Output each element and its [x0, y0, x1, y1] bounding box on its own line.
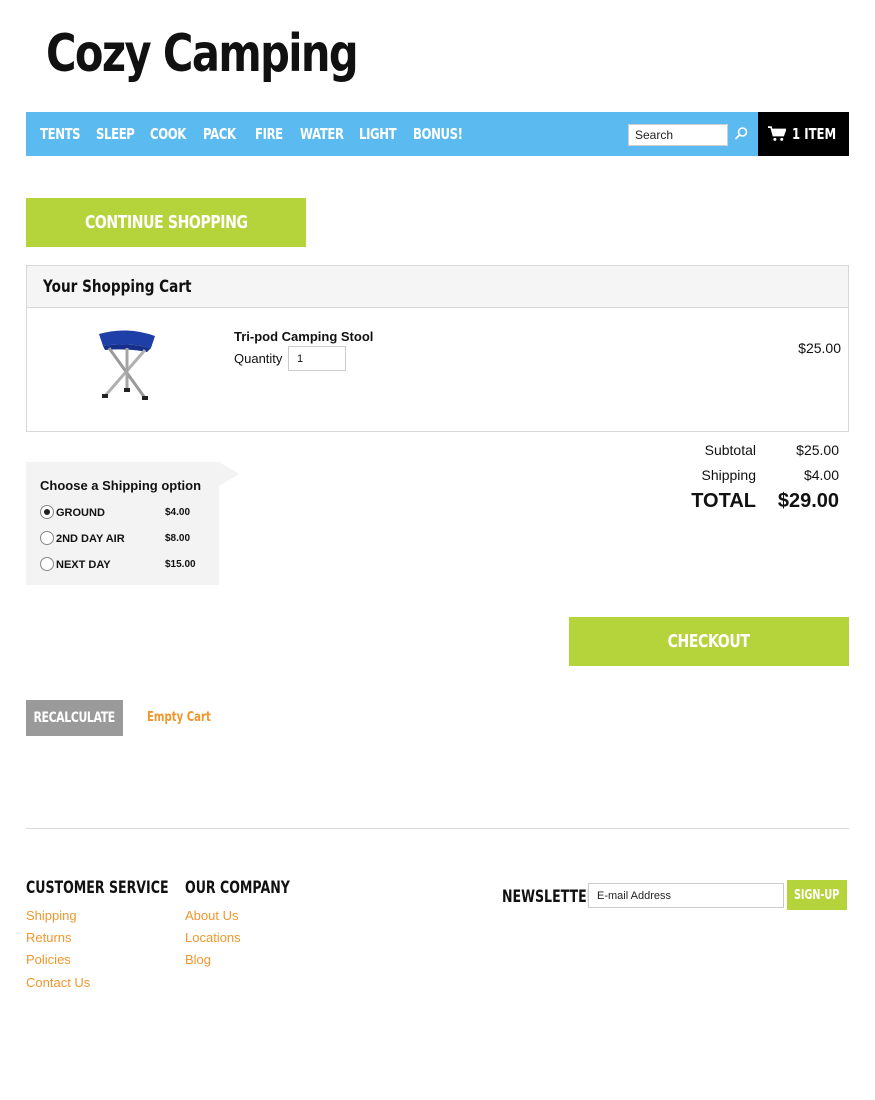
nav-link-label[interactable]: PACK [203, 125, 236, 143]
shipping-option-name: NEXT DAY [56, 559, 111, 571]
footer-divider [26, 828, 849, 829]
checkout-label: CHECKOUT [668, 631, 750, 652]
newsletter-email-input[interactable] [588, 883, 784, 908]
customer-service-heading: CUSTOMER SERVICE [26, 878, 169, 898]
shopping-cart-panel: Your Shopping Cart Tri-pod Camping Stool… [26, 265, 849, 432]
radio-next-day[interactable] [40, 557, 54, 571]
cart-count: 1 ITEM [792, 125, 837, 143]
site-logo[interactable]: Cozy Camping [46, 28, 359, 80]
total-value: $29.00 [777, 490, 839, 512]
nav-item-sleep[interactable]: SLEEP [96, 125, 150, 144]
shipping-label: Shipping [701, 467, 757, 483]
our-company-heading: OUR COMPANY [185, 878, 290, 898]
shipping-option-price: $4.00 [165, 507, 191, 518]
cart-title: Your Shopping Cart [43, 276, 192, 297]
nav-item-cook[interactable]: COOK [150, 125, 203, 144]
nav-link-label[interactable]: TENTS [40, 125, 81, 143]
footer-link-about-us[interactable]: About Us [185, 908, 238, 923]
subtotal-value: $25.00 [796, 442, 839, 458]
shipping-option-name: 2ND DAY AIR [56, 533, 125, 545]
cart-button[interactable]: 1 ITEM [758, 112, 849, 156]
subtotal-label: Subtotal [704, 442, 756, 458]
footer-link-returns[interactable]: Returns [26, 930, 72, 945]
continue-shopping-label: CONTINUE SHOPPING [84, 212, 248, 233]
shipping-option-name: GROUND [56, 507, 105, 519]
nav-item-light[interactable]: LIGHT [359, 125, 413, 144]
product-price: $25.00 [798, 340, 841, 356]
nav-link-label[interactable]: BONUS! [413, 125, 463, 143]
main-nav: TENTS SLEEP COOK PACK FIRE WATER LIGHT B… [26, 112, 849, 156]
nav-item-pack[interactable]: PACK [203, 125, 255, 144]
shipping-value: $4.00 [803, 467, 839, 483]
footer-link-contact-us[interactable]: Contact Us [26, 975, 90, 990]
footer-link-locations[interactable]: Locations [185, 930, 241, 945]
nav-item-tents[interactable]: TENTS [40, 125, 96, 144]
recalculate-label: RECALCULATE [33, 710, 116, 726]
shipping-option-2nd-day-air[interactable]: 2ND DAY AIR $8.00 [40, 531, 215, 547]
footer-link-policies[interactable]: Policies [26, 952, 71, 967]
nav-link-label[interactable]: WATER [300, 125, 344, 143]
shipping-panel-arrow [219, 462, 239, 486]
nav-link-label[interactable]: SLEEP [96, 125, 135, 143]
shipping-option-next-day[interactable]: NEXT DAY $15.00 [40, 557, 215, 573]
newsletter-label: NEWSLETTER [502, 887, 597, 907]
cart-header: Your Shopping Cart [27, 266, 848, 308]
shopping-cart-icon [768, 126, 787, 141]
footer-link-shipping[interactable]: Shipping [26, 908, 77, 923]
nav-item-water[interactable]: WATER [300, 125, 359, 144]
search-icon[interactable] [733, 126, 749, 142]
nav-link-label[interactable]: LIGHT [359, 125, 397, 143]
quantity-input[interactable] [288, 346, 346, 371]
nav-item-fire[interactable]: FIRE [255, 125, 300, 144]
product-image-tripod-stool[interactable] [95, 328, 159, 406]
checkout-button[interactable]: CHECKOUT [569, 617, 849, 666]
nav-link-label[interactable]: FIRE [255, 125, 283, 143]
recalculate-button[interactable]: RECALCULATE [26, 700, 123, 736]
footer-link-blog[interactable]: Blog [185, 952, 211, 967]
newsletter-signup-button[interactable]: SIGN-UP [787, 880, 847, 910]
shipping-option-ground[interactable]: GROUND $4.00 [40, 505, 215, 521]
shipping-title: Choose a Shipping option [40, 478, 202, 493]
nav-links: TENTS SLEEP COOK PACK FIRE WATER LIGHT B… [40, 112, 473, 156]
continue-shopping-button[interactable]: CONTINUE SHOPPING [26, 198, 306, 247]
total-label: TOTAL [691, 490, 756, 512]
product-name[interactable]: Tri-pod Camping Stool [234, 329, 373, 344]
nav-link-label[interactable]: COOK [150, 125, 186, 143]
nav-item-bonus[interactable]: BONUS! [413, 125, 473, 144]
shipping-options-panel: Choose a Shipping option GROUND $4.00 2N… [26, 462, 219, 585]
quantity-label: Quantity [234, 351, 283, 366]
radio-ground[interactable] [40, 505, 54, 519]
shipping-option-price: $8.00 [165, 533, 191, 544]
search-input[interactable] [628, 124, 728, 146]
shipping-option-price: $15.00 [165, 559, 196, 570]
signup-label: SIGN-UP [794, 887, 840, 903]
radio-2nd-day-air[interactable] [40, 531, 54, 545]
empty-cart-link[interactable]: Empty Cart [147, 710, 211, 725]
